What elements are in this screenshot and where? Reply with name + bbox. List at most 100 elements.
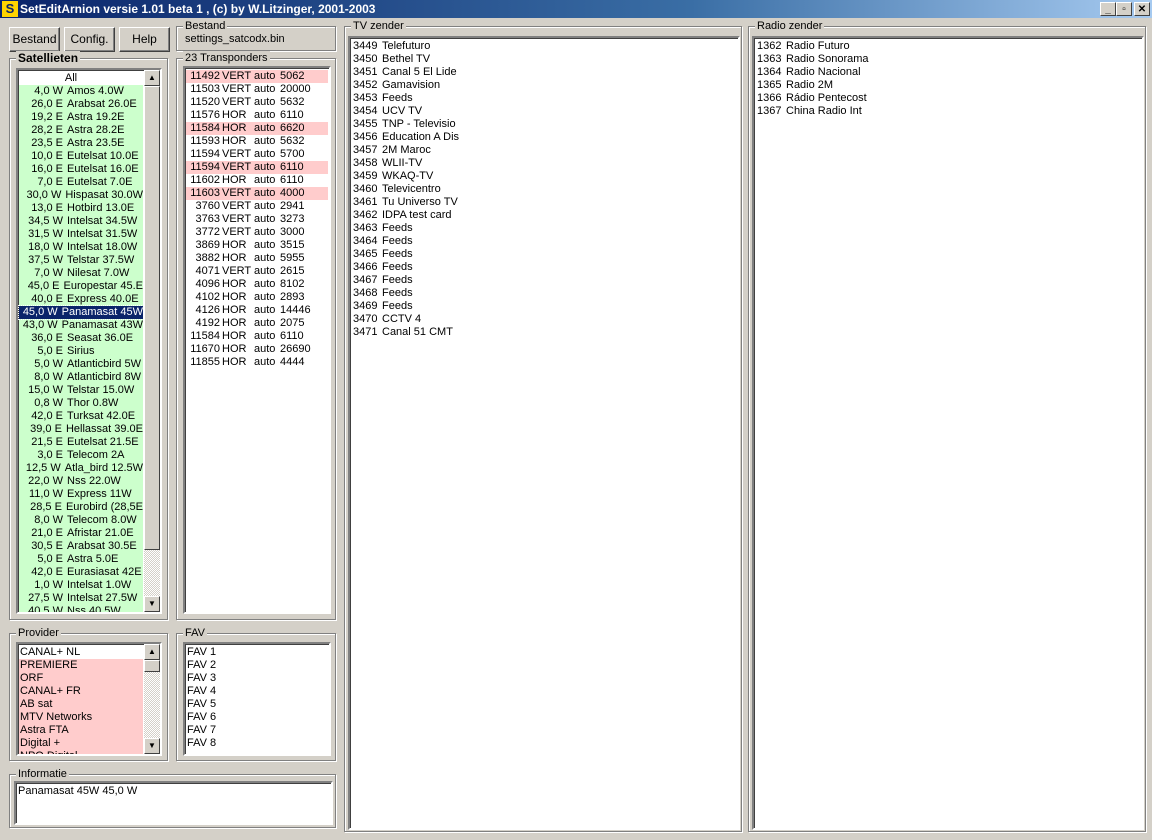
close-button[interactable]: ✕ (1134, 2, 1150, 16)
radio-channel-item[interactable]: 1364 Radio Nacional (755, 66, 1141, 79)
radio-channel-item[interactable]: 1366 Rádio Pentecost (755, 92, 1141, 105)
title-bar[interactable]: S SetEditArnion versie 1.01 beta 1 , (c)… (0, 0, 1152, 18)
provider-item[interactable]: Digital + (19, 737, 143, 750)
tv-channel-item[interactable]: 3470 CCTV 4 (351, 313, 737, 326)
satellite-list[interactable]: All 4,0 W Amos 4.0W 26,0 E Arabsat 26.0E 19,… (16, 68, 162, 614)
provider-scroll-down-arrow-icon[interactable]: ▼ (144, 738, 160, 754)
transponder-item[interactable]: 11584 HOR auto 6620 (186, 122, 328, 135)
satellite-item[interactable]: 8,0 W Telecom 8.0W (19, 514, 143, 527)
tv-channel-item[interactable]: 3454 UCV TV (351, 105, 737, 118)
transponder-item[interactable]: 4102 HOR auto 2893 (186, 291, 328, 304)
satellite-item[interactable]: 0,8 W Thor 0.8W (19, 397, 143, 410)
provider-scroll-up-arrow-icon[interactable]: ▲ (144, 644, 160, 660)
satellite-item[interactable]: 8,0 W Atlanticbird 8W (19, 371, 143, 384)
transponder-item[interactable]: 11602 HOR auto 6110 (186, 174, 328, 187)
radio-channel-item[interactable]: 1362 Radio Futuro (755, 40, 1141, 53)
tv-channel-item[interactable]: 3466 Feeds (351, 261, 737, 274)
satellite-item[interactable]: 40,0 E Express 40.0E (19, 293, 143, 306)
satellite-all-item[interactable]: All (19, 72, 143, 85)
radio-channel-item[interactable]: 1367 China Radio Int (755, 105, 1141, 118)
satellite-item[interactable]: 12,5 W Atla_bird 12.5W (19, 462, 143, 475)
satellite-item[interactable]: 31,5 W Intelsat 31.5W (19, 228, 143, 241)
fav-item[interactable]: FAV 4 (186, 685, 328, 698)
satellite-item[interactable]: 39,0 E Hellassat 39.0E (19, 423, 143, 436)
satellite-item[interactable]: 7,0 W Nilesat 7.0W (19, 267, 143, 280)
satellite-item[interactable]: 21,0 E Afristar 21.0E (19, 527, 143, 540)
tv-channel-item[interactable]: 3459 WKAQ-TV (351, 170, 737, 183)
provider-item[interactable]: CANAL+ FR (19, 685, 143, 698)
transponder-item[interactable]: 11520 VERT auto 5632 (186, 96, 328, 109)
satellite-item[interactable]: 10,0 E Eutelsat 10.0E (19, 150, 143, 163)
satellite-item[interactable]: 26,0 E Arabsat 26.0E (19, 98, 143, 111)
satellite-item[interactable]: 11,0 W Express 11W (19, 488, 143, 501)
satellite-item[interactable]: 42,0 E Turksat 42.0E (19, 410, 143, 423)
satellite-item[interactable]: 30,5 E Arabsat 30.5E (19, 540, 143, 553)
satellite-item[interactable]: 16,0 E Eutelsat 16.0E (19, 163, 143, 176)
bestand-button[interactable]: Bestand (9, 27, 60, 52)
satellite-item[interactable]: 15,0 W Telstar 15.0W (19, 384, 143, 397)
transponder-item[interactable]: 3760 VERT auto 2941 (186, 200, 328, 213)
transponder-item[interactable]: 4096 HOR auto 8102 (186, 278, 328, 291)
fav-list[interactable]: FAV 1 FAV 2 FAV 3 FAV 4 FAV 5 FAV 6 FAV 7 FAV 8 (183, 642, 331, 756)
scroll-down-arrow-icon[interactable]: ▼ (144, 596, 160, 612)
tv-channel-item[interactable]: 3458 WLII-TV (351, 157, 737, 170)
provider-list[interactable]: CANAL+ NL PREMIERE ORF CANAL+ FR AB sat MTV N… (16, 642, 162, 756)
satellite-item[interactable]: 37,5 W Telstar 37.5W (19, 254, 143, 267)
satellite-item[interactable]: 4,0 W Amos 4.0W (19, 85, 143, 98)
transponder-item[interactable]: 11670 HOR auto 26690 (186, 343, 328, 356)
transponder-item[interactable]: 4126 HOR auto 14446 (186, 304, 328, 317)
provider-item[interactable]: PREMIERE (19, 659, 143, 672)
tv-channel-item[interactable]: 3451 Canal 5 El Lide (351, 66, 737, 79)
fav-item[interactable]: FAV 1 (186, 646, 328, 659)
satellite-item[interactable]: 28,2 E Astra 28.2E (19, 124, 143, 137)
fav-item[interactable]: FAV 5 (186, 698, 328, 711)
tv-channel-item[interactable]: 3471 Canal 51 CMT (351, 326, 737, 339)
satellite-item[interactable]: 5,0 E Astra 5.0E (19, 553, 143, 566)
tv-channel-item[interactable]: 3465 Feeds (351, 248, 737, 261)
transponder-item[interactable]: 3763 VERT auto 3273 (186, 213, 328, 226)
satellite-item[interactable]: 18,0 W Intelsat 18.0W (19, 241, 143, 254)
tv-channel-item[interactable]: 3463 Feeds (351, 222, 737, 235)
provider-item[interactable]: MTV Networks (19, 711, 143, 724)
transponder-item[interactable]: 11584 HOR auto 6110 (186, 330, 328, 343)
tv-channel-item[interactable]: 3467 Feeds (351, 274, 737, 287)
tv-channel-item[interactable]: 3449 Telefuturo (351, 40, 737, 53)
satellite-item[interactable]: 21,5 E Eutelsat 21.5E (19, 436, 143, 449)
transponder-item[interactable]: 3882 HOR auto 5955 (186, 252, 328, 265)
fav-item[interactable]: FAV 7 (186, 724, 328, 737)
config-button[interactable]: Config. (64, 27, 115, 52)
tv-channel-item[interactable]: 3464 Feeds (351, 235, 737, 248)
tv-channel-item[interactable]: 3450 Bethel TV (351, 53, 737, 66)
satellite-item[interactable]: 45,0 W Panamasat 45W (18, 305, 144, 320)
tv-channel-list[interactable]: 3449 Telefuturo 3450 Bethel TV 3451 Canal 5 E… (348, 36, 740, 830)
transponder-item[interactable]: 11594 VERT auto 6110 (186, 161, 328, 174)
tv-channel-item[interactable]: 3457 2M Maroc (351, 144, 737, 157)
minimize-button[interactable]: _ (1100, 2, 1116, 16)
transponder-item[interactable]: 11503 VERT auto 20000 (186, 83, 328, 96)
provider-item[interactable]: AB sat (19, 698, 143, 711)
satellite-item[interactable]: 43,0 W Panamasat 43W (19, 319, 143, 332)
satellite-item[interactable]: 7,0 E Eutelsat 7.0E (19, 176, 143, 189)
fav-item[interactable]: FAV 6 (186, 711, 328, 724)
tv-channel-item[interactable]: 3455 TNP - Televisio (351, 118, 737, 131)
fav-item[interactable]: FAV 8 (186, 737, 328, 750)
radio-channel-list[interactable]: 1362 Radio Futuro 1363 Radio Sonorama 1364 Ra… (752, 36, 1144, 830)
satellite-item[interactable]: 5,0 W Atlanticbird 5W (19, 358, 143, 371)
help-button[interactable]: Help (119, 27, 170, 52)
tv-channel-item[interactable]: 3462 IDPA test card (351, 209, 737, 222)
maximize-button[interactable]: ▫ (1116, 2, 1132, 16)
transponder-item[interactable]: 3772 VERT auto 3000 (186, 226, 328, 239)
transponder-item[interactable]: 11492 VERT auto 5062 (186, 70, 328, 83)
satellite-item[interactable]: 3,0 E Telecom 2A (19, 449, 143, 462)
satellite-item[interactable]: 45,0 E Europestar 45.E (19, 280, 143, 293)
satellite-scrollbar[interactable]: ▲ ▼ (144, 70, 160, 612)
fav-item[interactable]: FAV 3 (186, 672, 328, 685)
satellite-item[interactable]: 36,0 E Seasat 36.0E (19, 332, 143, 345)
transponder-item[interactable]: 4192 HOR auto 2075 (186, 317, 328, 330)
scroll-up-arrow-icon[interactable]: ▲ (144, 70, 160, 86)
satellite-item[interactable]: 1,0 W Intelsat 1.0W (19, 579, 143, 592)
satellite-item[interactable]: 27,5 W Intelsat 27.5W (19, 592, 143, 605)
satellite-item[interactable]: 40,5 W Nss 40.5W (19, 605, 143, 612)
tv-channel-item[interactable]: 3461 Tu Universo TV (351, 196, 737, 209)
transponder-item[interactable]: 11593 HOR auto 5632 (186, 135, 328, 148)
